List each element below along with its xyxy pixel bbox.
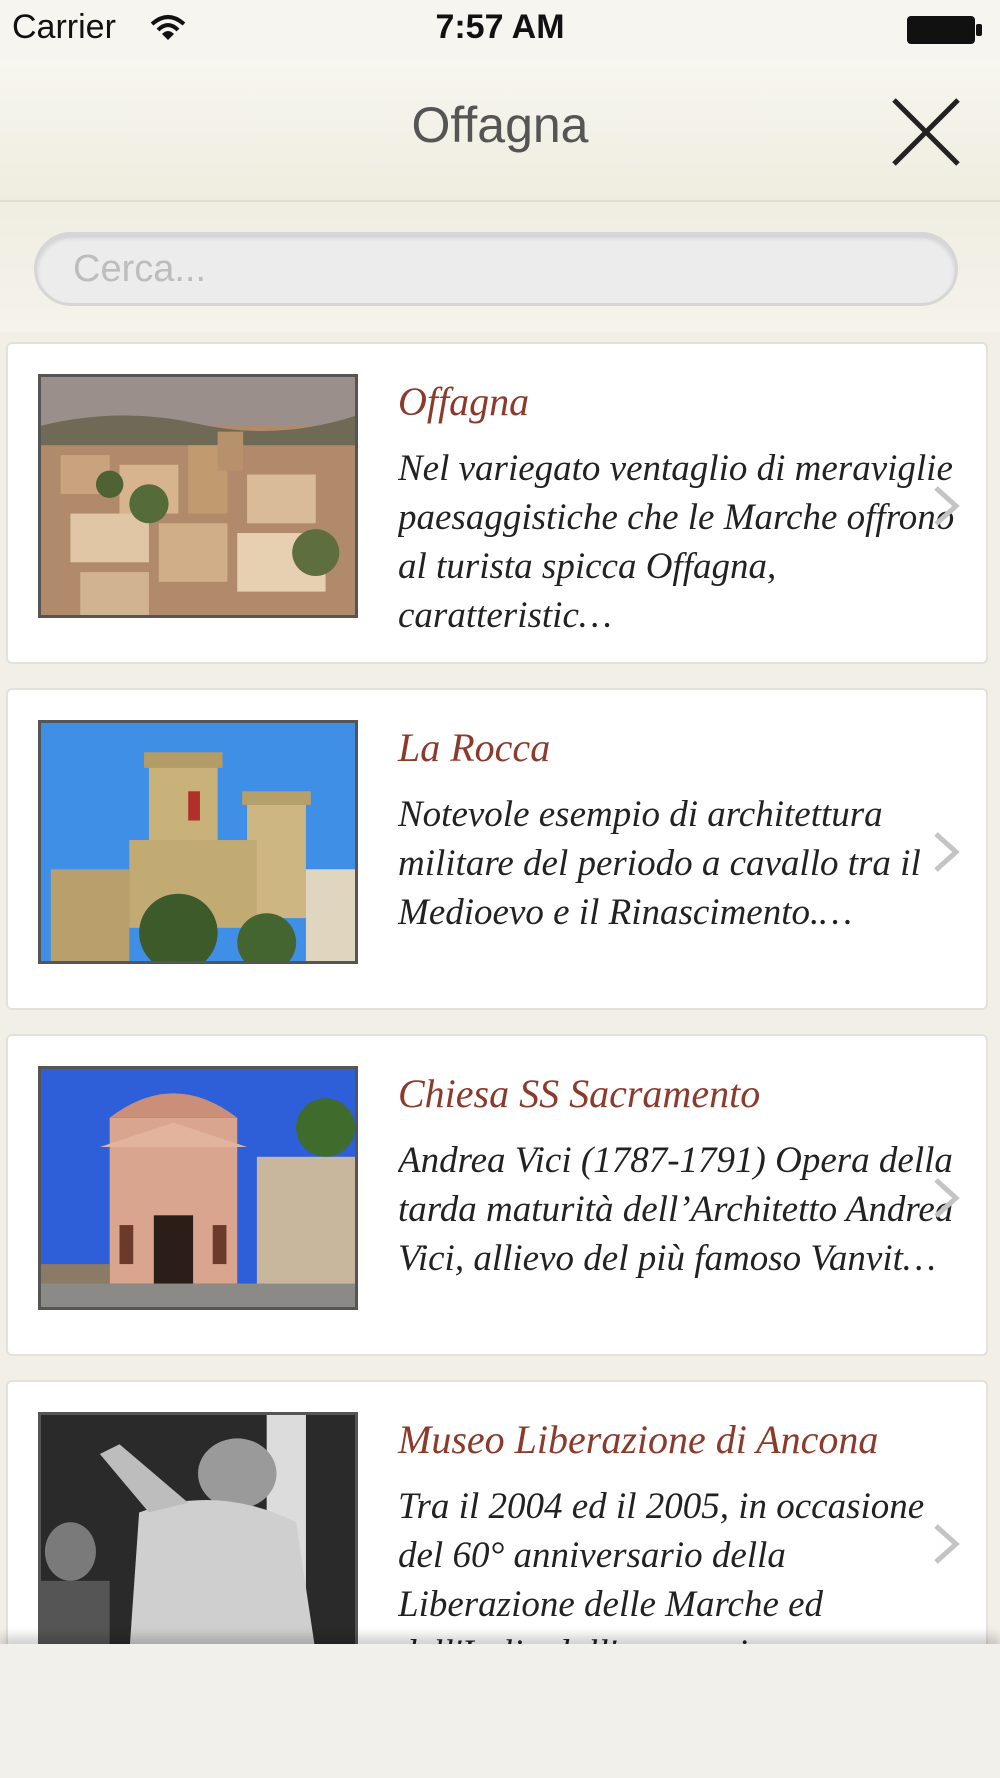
castle-photo: [38, 720, 358, 964]
search-bar: [0, 202, 1000, 332]
church-photo: [38, 1066, 358, 1310]
item-description: Notevole esempio di architettura militar…: [398, 794, 921, 933]
close-icon: [892, 98, 960, 166]
search-input[interactable]: [34, 232, 958, 306]
item-title: La Rocca: [398, 725, 551, 770]
bottom-toolbar: [0, 1644, 1000, 1778]
item-title: Museo Liberazione di Ancona: [398, 1417, 879, 1462]
page-title: Offagna: [411, 97, 589, 153]
chevron-right-icon: [934, 486, 960, 526]
list-item-chiesa-ss-sacramento[interactable]: Chiesa SS Sacramento Andrea Vici (1787-1…: [6, 1034, 988, 1356]
list-item-la-rocca[interactable]: La Rocca Notevole esempio di architettur…: [6, 688, 988, 1010]
chevron-right-icon: [934, 1524, 960, 1564]
item-title: Offagna: [398, 379, 530, 424]
item-description: Tra il 2004 ed il 2005, in occasione del…: [398, 1486, 925, 1644]
list-item-museo-liberazione[interactable]: Museo Liberazione di Ancona Tra il 2004 …: [6, 1380, 988, 1644]
item-title: Chiesa SS Sacramento: [398, 1071, 761, 1116]
battery-full-icon: [907, 16, 982, 44]
chevron-right-icon: [934, 832, 960, 872]
places-list: Offagna Nel variegato ventaglio di merav…: [0, 332, 1000, 1644]
close-button[interactable]: [882, 88, 970, 176]
list-item-offagna[interactable]: Offagna Nel variegato ventaglio di merav…: [6, 342, 988, 664]
item-description: Andrea Vici (1787-1791) Opera della tard…: [398, 1140, 954, 1279]
town-photo: [38, 374, 358, 618]
item-description: Nel variegato ventaglio di meraviglie pa…: [398, 448, 955, 636]
status-bar: Carrier 7:57 AM: [0, 0, 1000, 60]
status-time: 7:57 AM: [435, 8, 565, 46]
chevron-right-icon: [934, 1178, 960, 1218]
soldier-photo: [38, 1412, 358, 1644]
navigation-bar: Offagna: [0, 60, 1000, 202]
